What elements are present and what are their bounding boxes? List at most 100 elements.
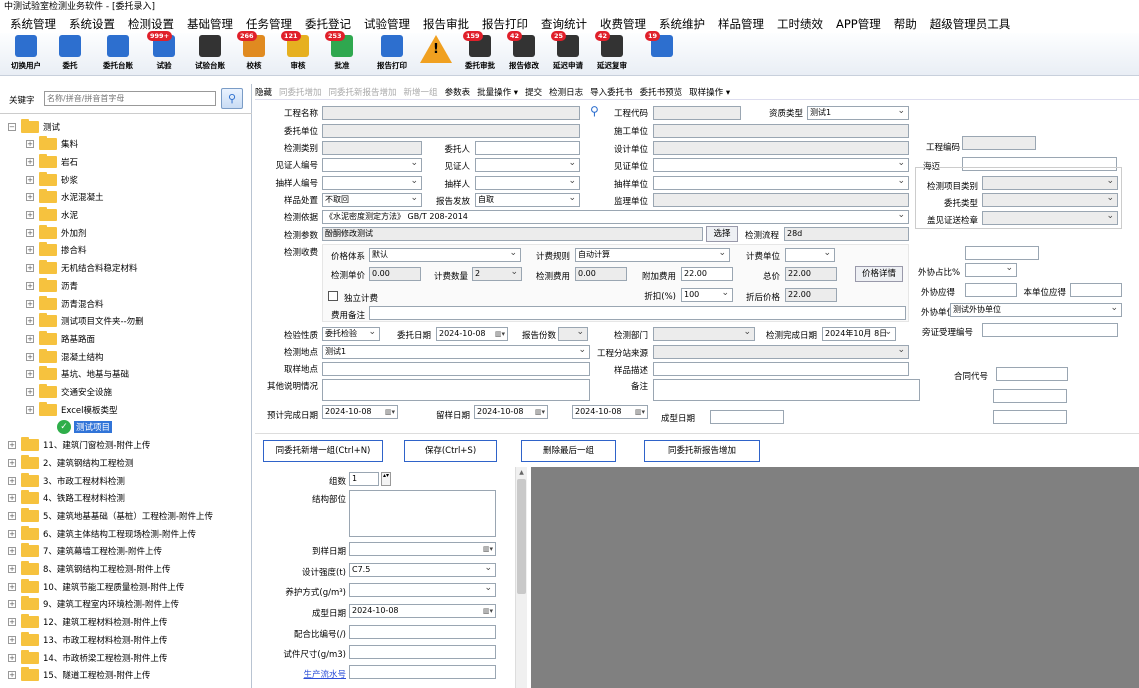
design-strength-select[interactable]: C7.5 <box>349 563 496 577</box>
tree-node[interactable]: +14、市政桥梁工程检测-附件上传 <box>8 649 167 666</box>
tree-expander-icon[interactable]: + <box>26 193 34 202</box>
toolbar-button-14[interactable]: 19 <box>640 31 684 75</box>
tree-expander-icon[interactable]: + <box>26 157 34 166</box>
tree-expander-icon[interactable]: + <box>26 140 34 149</box>
tree-node[interactable]: ✓ 测试项目 <box>44 419 113 436</box>
stepper-arrows-icon[interactable]: ▴▾ <box>381 472 391 486</box>
tree-node[interactable]: + 集料 <box>26 136 78 153</box>
tree-node[interactable]: + 沥青混合料 <box>26 295 104 312</box>
tree-expander-icon[interactable]: + <box>8 582 16 591</box>
report-copies-select[interactable] <box>558 327 588 341</box>
search-input[interactable] <box>44 91 216 106</box>
action-0[interactable]: 隐藏 <box>255 86 272 98</box>
action-3[interactable]: 新增一组 <box>404 86 438 98</box>
toolbar-button-2[interactable]: 委托台账 <box>96 35 140 75</box>
tree-expander-icon[interactable]: + <box>8 635 16 644</box>
test-category-field[interactable] <box>322 141 422 155</box>
menu-item[interactable]: 报告审批 <box>423 16 469 32</box>
subcontract-src-select[interactable] <box>653 345 909 359</box>
sample-disposal-select[interactable]: 不取回 <box>322 193 422 207</box>
forming-date-field[interactable]: 2024-10-08 <box>349 604 496 618</box>
tree-expander-icon[interactable]: + <box>26 228 34 237</box>
item-type-select[interactable] <box>982 176 1118 190</box>
group-count-stepper[interactable]: 1 <box>349 472 379 486</box>
tree-node[interactable]: +3、市政工程材料检测 <box>8 472 125 489</box>
action-6[interactable]: 提交 <box>525 86 542 98</box>
struct-part-field[interactable] <box>349 490 496 537</box>
test-cost-field[interactable]: 0.00 <box>575 267 627 281</box>
right-top-field[interactable] <box>965 246 1039 260</box>
action-2[interactable]: 同委托新报告增加 <box>329 86 397 98</box>
menu-item[interactable]: 查询统计 <box>541 16 587 32</box>
search-icon[interactable]: ⚲ <box>221 88 243 109</box>
tree-expander-icon[interactable]: + <box>8 529 16 538</box>
tree-expander-icon[interactable]: + <box>26 388 34 396</box>
tree-expander-icon[interactable]: + <box>26 175 34 184</box>
menu-item[interactable]: APP管理 <box>836 16 881 32</box>
tree-node[interactable]: +4、铁路工程材料检测 <box>8 490 125 507</box>
supervision-unit-field[interactable] <box>653 193 909 207</box>
menu-item[interactable]: 系统管理 <box>10 16 56 32</box>
test-dept-select[interactable] <box>653 327 755 341</box>
tree-node[interactable]: +6、建筑主体结构工程现场检测-附件上传 <box>8 525 196 542</box>
menu-item[interactable]: 试验管理 <box>364 16 410 32</box>
price-detail-button[interactable]: 价格详情 <box>855 266 903 282</box>
toolbar-button-11[interactable]: 42 报告修改 <box>502 31 546 75</box>
right-field-b[interactable] <box>993 410 1067 424</box>
tree-node[interactable]: +7、建筑幕墙工程检测-附件上传 <box>8 543 162 560</box>
tree-expander-icon[interactable]: + <box>8 653 16 662</box>
menu-item[interactable]: 任务管理 <box>246 16 292 32</box>
tree-node[interactable]: +13、市政工程材料检测-附件上传 <box>8 631 167 648</box>
production-no-field[interactable] <box>349 665 496 679</box>
tree-expander-icon[interactable]: + <box>26 317 34 326</box>
bottom-button-3[interactable]: 同委托新报告增加 <box>644 440 760 462</box>
tree-expander-icon[interactable]: + <box>8 671 16 680</box>
tree-node[interactable]: + 基坑、地基与基础 <box>26 366 129 383</box>
tree-node[interactable]: + 掺合料 <box>26 242 87 259</box>
tree-node[interactable]: + 砂浆 <box>26 171 78 188</box>
witness-select[interactable] <box>475 158 580 172</box>
tree-expander-icon[interactable]: + <box>26 370 34 379</box>
tree-expander-icon[interactable]: + <box>8 565 16 573</box>
finish-date-select[interactable]: 2024年10月 8日 <box>822 327 896 341</box>
tree-expander-icon[interactable]: + <box>26 352 34 361</box>
tree-expander-icon[interactable]: + <box>8 458 16 467</box>
unit-due-field[interactable] <box>1070 283 1122 297</box>
select-button[interactable]: 选择 <box>706 226 738 242</box>
menu-item[interactable]: 基础管理 <box>187 16 233 32</box>
tree-node[interactable]: + 水泥 <box>26 207 78 224</box>
client-person-field[interactable] <box>475 141 580 155</box>
client-date-field[interactable]: 2024-10-08 <box>436 327 508 341</box>
capital-type-select[interactable]: 测试1 <box>807 106 909 120</box>
sampling-site-field[interactable] <box>322 362 590 376</box>
tree-expander-icon[interactable]: + <box>8 511 16 520</box>
outsource-due-field[interactable] <box>965 283 1017 297</box>
menu-item[interactable]: 系统维护 <box>659 16 705 32</box>
tree-node[interactable]: +8、建筑钢结构工程检测-附件上传 <box>8 561 170 578</box>
outsource-unit-select[interactable]: 测试外协单位 <box>950 303 1122 317</box>
tree-expander-icon[interactable]: + <box>8 441 16 450</box>
bottom-button-2[interactable]: 删除最后一组 <box>521 440 616 462</box>
menu-item[interactable]: 超级管理员工具 <box>930 16 1011 32</box>
witness-number-select[interactable] <box>322 158 422 172</box>
tree-expander-icon[interactable]: − <box>8 122 16 131</box>
tree-node[interactable]: + 无机结合料稳定材料 <box>26 260 138 277</box>
client-type-select[interactable] <box>982 193 1118 207</box>
tree-node[interactable]: +15、隧道工程检测-附件上传 <box>8 667 150 684</box>
sampling-unit-select[interactable] <box>653 176 909 190</box>
toolbar-button-13[interactable]: 42 延迟复审 <box>590 31 634 75</box>
contract-code-field[interactable] <box>996 367 1068 381</box>
toolbar-button-5[interactable]: 266 校核 <box>232 31 276 75</box>
menu-item[interactable]: 报告打印 <box>482 16 528 32</box>
menu-item[interactable]: 检测设置 <box>128 16 174 32</box>
discount-select[interactable]: 100 <box>681 288 733 302</box>
menu-item[interactable]: 系统设置 <box>69 16 115 32</box>
action-1[interactable]: 同委托增加 <box>279 86 322 98</box>
test-basis-select[interactable]: 《水泥密度测定方法》 GB/T 208-2014 <box>322 210 909 224</box>
project-name-field[interactable] <box>322 106 580 120</box>
unit-price-field[interactable]: 0.00 <box>369 267 421 281</box>
price-system-select[interactable]: 默认 <box>369 248 521 262</box>
tree-expander-icon[interactable]: + <box>26 281 34 290</box>
tree-node[interactable]: + 路基路面 <box>26 330 95 347</box>
tree-expander-icon[interactable]: + <box>8 547 16 556</box>
